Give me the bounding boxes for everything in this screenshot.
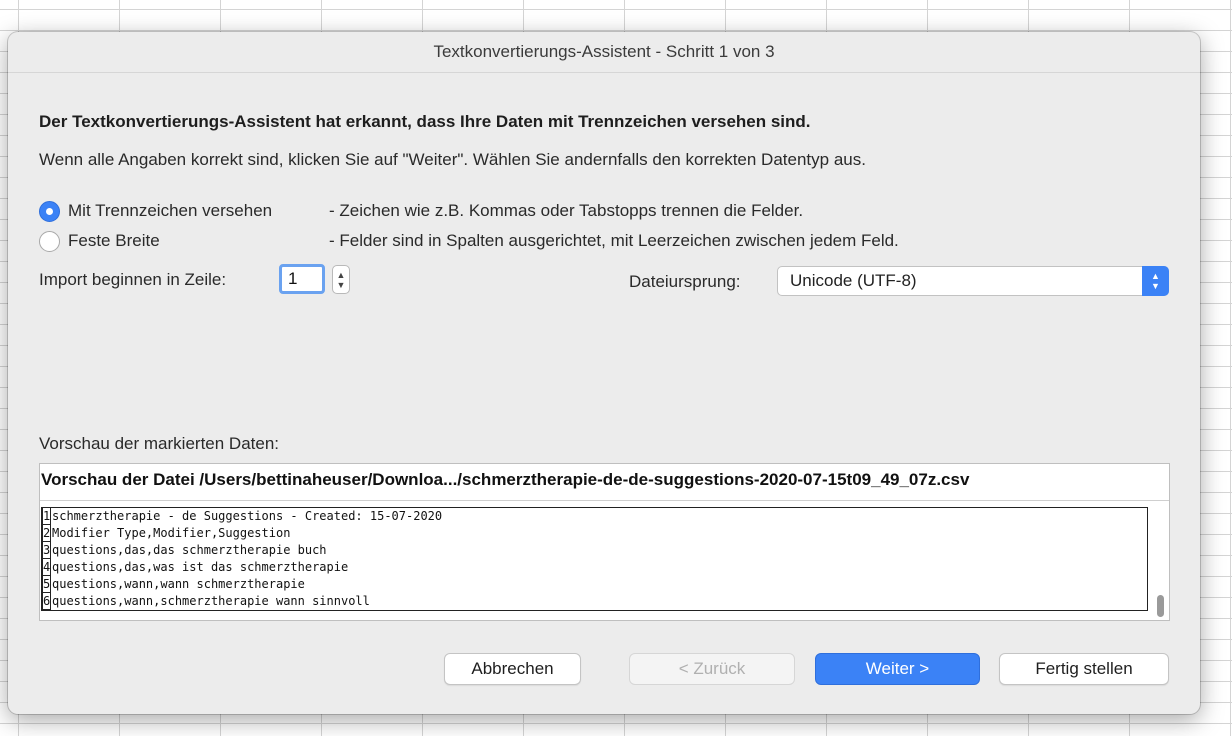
import-start-stepper[interactable]: ▲ ▼ — [332, 265, 350, 294]
preview-line: 4 questions,das,was ist das schmerztherap… — [42, 559, 1147, 576]
data-preview-panel[interactable]: Vorschau der Datei /Users/bettinaheuser/… — [39, 463, 1170, 621]
finish-button[interactable]: Fertig stellen — [999, 653, 1169, 685]
radio-selected-icon[interactable] — [39, 200, 60, 222]
preview-line: 2 Modifier Type,Modifier,Suggestion — [42, 525, 1147, 542]
next-button[interactable]: Weiter > — [815, 653, 980, 685]
import-start-label: Import beginnen in Zeile: — [39, 270, 227, 289]
file-origin-value: Unicode (UTF-8) — [790, 271, 917, 290]
line-text: Modifier Type,Modifier,Suggestion — [52, 526, 291, 540]
line-number: 6 — [42, 593, 51, 610]
preview-divider — [40, 500, 1169, 501]
preview-line: 6 questions,wann,schmerztherapie wann sin… — [42, 593, 1147, 610]
stepper-down-icon[interactable]: ▼ — [337, 280, 346, 290]
line-number: 3 — [42, 542, 51, 559]
line-number: 1 — [42, 508, 51, 525]
option-fixed-width[interactable]: Feste Breite - Felder sind in Spalten au… — [39, 229, 1169, 253]
line-text: questions,das,das schmerztherapie buch — [52, 543, 327, 557]
file-origin-label: Dateiursprung: — [629, 272, 741, 291]
cancel-button[interactable]: Abbrechen — [444, 653, 581, 685]
option-delimited-label: Mit Trennzeichen versehen — [68, 201, 273, 220]
text-import-wizard-dialog: Textkonvertierungs-Assistent - Schritt 1… — [8, 32, 1200, 714]
select-chevron-icon[interactable]: ▲ ▼ — [1142, 266, 1169, 296]
dialog-title: Textkonvertierungs-Assistent - Schritt 1… — [8, 32, 1200, 73]
option-fixed-width-description: - Felder sind in Spalten ausgerichtet, m… — [329, 231, 899, 250]
line-text: schmerztherapie - de Suggestions - Creat… — [52, 509, 443, 523]
import-start-row-input[interactable]: 1 — [279, 264, 325, 294]
preview-scrollbar[interactable] — [1157, 595, 1164, 617]
dialog-heading: Der Textkonvertierungs-Assistent hat erk… — [39, 112, 811, 131]
file-origin-select[interactable]: Unicode (UTF-8) ▲ ▼ — [777, 266, 1169, 296]
line-text: questions,wann,schmerztherapie wann sinn… — [52, 594, 370, 608]
line-number: 5 — [42, 576, 51, 593]
back-button[interactable]: < Zurück — [629, 653, 795, 685]
preview-lines[interactable]: 1 schmerztherapie - de Suggestions - Crea… — [41, 507, 1148, 611]
preview-line: 5 questions,wann,wann schmerztherapie — [42, 576, 1147, 593]
option-delimited[interactable]: Mit Trennzeichen versehen - Zeichen wie … — [39, 199, 1169, 223]
radio-unselected-icon[interactable] — [39, 230, 60, 252]
option-fixed-width-label: Feste Breite — [68, 231, 160, 250]
preview-line: 3 questions,das,das schmerztherapie buch — [42, 542, 1147, 559]
preview-file-title: Vorschau der Datei /Users/bettinaheuser/… — [41, 470, 970, 489]
option-delimited-description: - Zeichen wie z.B. Kommas oder Tabstopps… — [329, 201, 804, 220]
stepper-up-icon[interactable]: ▲ — [337, 270, 346, 280]
preview-label: Vorschau der markierten Daten: — [39, 434, 280, 453]
dialog-description: Wenn alle Angaben korrekt sind, klicken … — [39, 150, 866, 169]
line-number: 2 — [42, 525, 51, 542]
preview-line: 1 schmerztherapie - de Suggestions - Crea… — [42, 508, 1147, 525]
line-text: questions,das,was ist das schmerztherapi… — [52, 560, 349, 574]
line-number: 4 — [42, 559, 51, 576]
line-text: questions,wann,wann schmerztherapie — [52, 577, 305, 591]
